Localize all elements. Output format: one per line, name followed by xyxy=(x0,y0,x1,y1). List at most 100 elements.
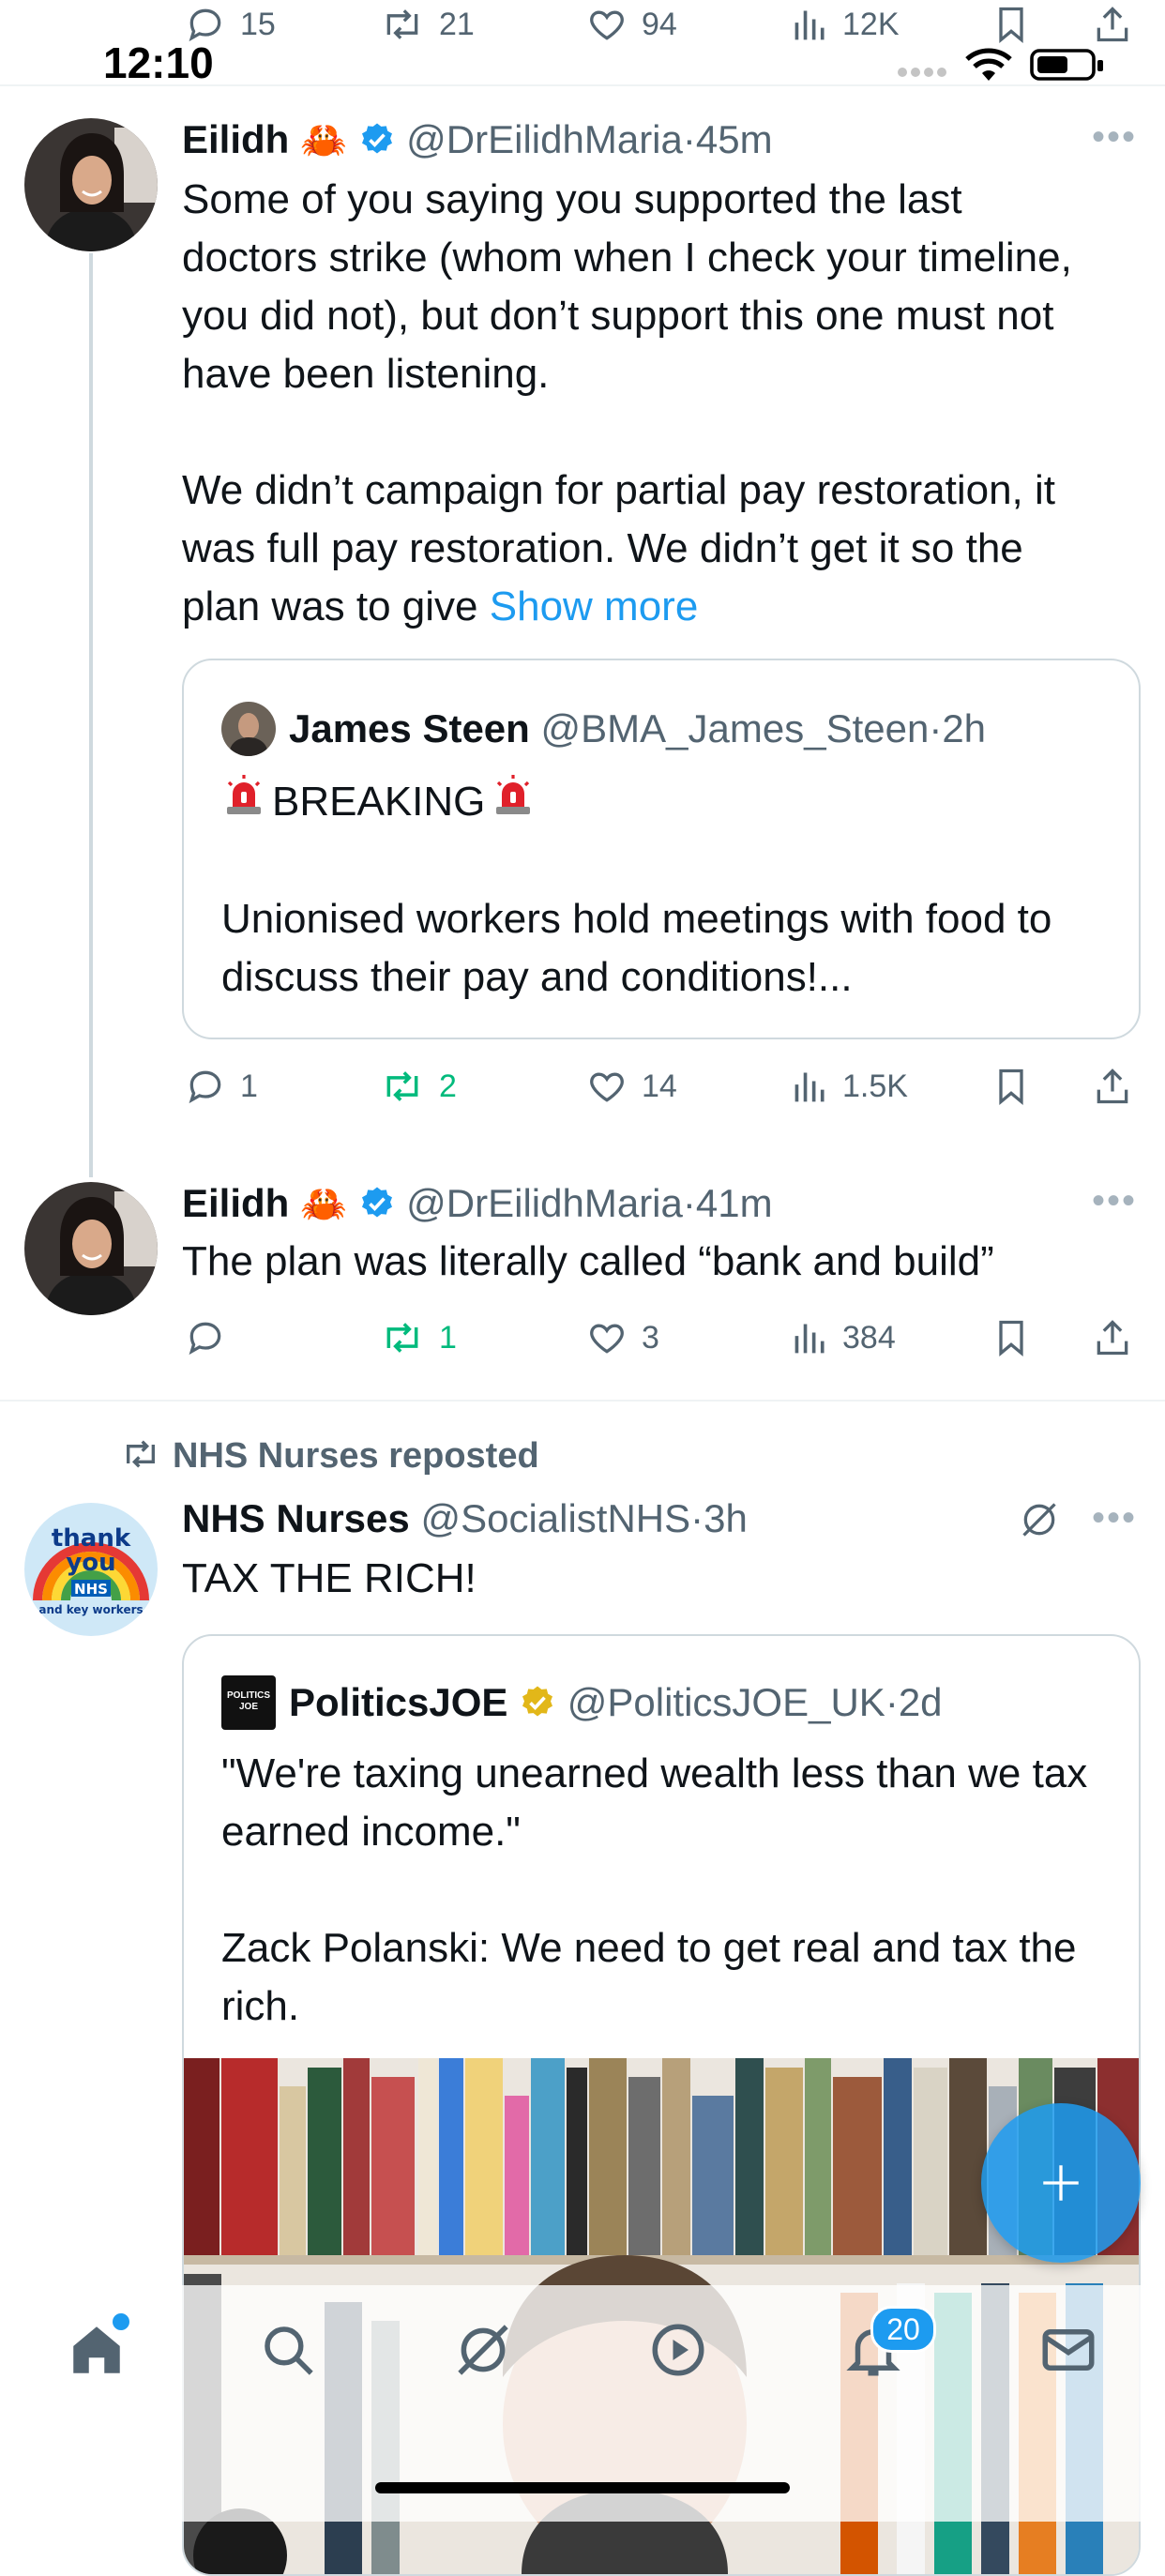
repost-icon xyxy=(379,1066,426,1107)
quoted-time: 2d xyxy=(898,1680,943,1724)
like-button[interactable]: 14 xyxy=(585,1066,677,1107)
siren-icon xyxy=(491,771,536,832)
author-name[interactable]: NHS Nurses xyxy=(182,1496,410,1540)
bookmark-button[interactable] xyxy=(992,1066,1030,1107)
grok-icon[interactable] xyxy=(1019,1499,1060,1545)
quoted-author-name[interactable]: James Steen xyxy=(289,706,530,750)
divider xyxy=(0,84,1165,86)
heart-icon xyxy=(585,1066,628,1107)
show-more-link[interactable]: Show more xyxy=(490,583,699,629)
quoted-text: BREAKING Unionised workers hold meetings… xyxy=(221,771,1103,1007)
quoted-handle[interactable]: @BMA_James_Steen xyxy=(541,706,930,750)
repost-button[interactable]: 1 xyxy=(379,1317,457,1358)
like-count: 3 xyxy=(642,1319,659,1356)
like-button[interactable]: 94 xyxy=(585,4,677,45)
tab-notifications[interactable]: 20 xyxy=(842,2306,936,2386)
bell-icon xyxy=(842,2329,904,2385)
quoted-paragraph-2: Zack Polanski: We need to get real and t… xyxy=(221,1925,1077,2029)
battery-icon xyxy=(1030,47,1105,87)
share-button[interactable] xyxy=(1092,4,1133,45)
tab-grok[interactable] xyxy=(452,2319,514,2386)
tab-search[interactable] xyxy=(257,2319,319,2386)
author-handle[interactable]: @SocialistNHS xyxy=(420,1496,690,1540)
quoted-time: 2h xyxy=(942,706,987,750)
author-handle[interactable]: @DrEilidhMaria xyxy=(406,117,683,161)
avatar[interactable]: thank you NHS and key workers xyxy=(24,1503,158,1636)
tweet-text: TAX THE RICH! xyxy=(182,1555,477,1601)
top-action-row: 15 21 94 12K 12:10 xyxy=(0,0,1165,87)
views-button[interactable]: 12K xyxy=(792,4,900,45)
like-count: 14 xyxy=(642,1068,677,1104)
home-indicator xyxy=(375,2482,790,2493)
reply-button[interactable] xyxy=(184,1317,240,1358)
views-icon xyxy=(792,1317,829,1358)
home-unread-dot xyxy=(113,2313,129,2330)
author-name[interactable]: Eilidh xyxy=(182,117,289,161)
share-button[interactable] xyxy=(1092,1317,1133,1358)
repost-button[interactable]: 2 xyxy=(379,1066,457,1107)
like-button[interactable]: 3 xyxy=(585,1317,659,1358)
author-name[interactable]: Eilidh xyxy=(182,1181,289,1225)
reply-icon xyxy=(184,1066,227,1107)
compose-fab[interactable] xyxy=(981,2103,1141,2263)
like-count: 94 xyxy=(642,6,677,42)
tab-messages[interactable] xyxy=(1037,2319,1099,2386)
separator-dot: · xyxy=(682,117,696,161)
quoted-header: PoliticsJOE @PoliticsJOE_UK·2d xyxy=(289,1674,943,1737)
views-count: 12K xyxy=(842,6,900,42)
heart-icon xyxy=(585,1317,628,1358)
views-button[interactable]: 1.5K xyxy=(792,1066,908,1107)
tweet-text: Some of you saying you supported the las… xyxy=(182,171,1082,636)
repost-count: 2 xyxy=(439,1068,457,1104)
heart-icon xyxy=(585,4,628,45)
repost-icon xyxy=(120,1435,161,1477)
bottom-tab-bar: 20 xyxy=(0,2285,1165,2522)
quoted-author-name[interactable]: PoliticsJOE xyxy=(289,1680,507,1724)
tweet-paragraph-2: We didn’t campaign for partial pay resto… xyxy=(182,462,1082,636)
author-emoji: 🦀 xyxy=(300,120,347,161)
bookmark-button[interactable] xyxy=(992,1317,1030,1358)
repost-label-text[interactable]: NHS Nurses reposted xyxy=(173,1436,539,1477)
more-options-icon[interactable]: ••• xyxy=(1092,118,1137,156)
separator-dot: · xyxy=(690,1496,704,1540)
wifi-icon xyxy=(964,47,1013,87)
bookmark-icon xyxy=(992,1317,1030,1358)
notification-badge: 20 xyxy=(870,2306,936,2353)
more-options-icon[interactable]: ••• xyxy=(1092,1499,1137,1537)
tweet-header: NHS Nurses @SocialistNHS·3h xyxy=(182,1490,748,1548)
avatar-text-you: you xyxy=(66,1549,115,1577)
tweet-text: The plan was literally called “bank and … xyxy=(182,1238,994,1284)
views-count: 384 xyxy=(842,1319,896,1356)
share-icon xyxy=(1092,1066,1133,1107)
tweet-time: 41m xyxy=(695,1181,773,1225)
quoted-avatar[interactable] xyxy=(221,702,276,756)
quoted-handle[interactable]: @PoliticsJOE_UK xyxy=(567,1680,885,1724)
quoted-tweet[interactable]: James Steen @BMA_James_Steen·2h BREAKING… xyxy=(182,659,1141,1039)
avatar[interactable] xyxy=(24,118,158,251)
share-button[interactable] xyxy=(1092,1066,1133,1107)
share-icon xyxy=(1092,4,1133,45)
quoted-line-1: BREAKING xyxy=(221,771,1103,832)
repost-button[interactable]: 21 xyxy=(379,4,475,45)
author-handle[interactable]: @DrEilidhMaria xyxy=(406,1181,683,1225)
more-options-icon[interactable]: ••• xyxy=(1092,1182,1137,1220)
tab-video[interactable] xyxy=(647,2319,709,2386)
search-icon xyxy=(257,2326,319,2385)
views-count: 1.5K xyxy=(842,1068,908,1104)
views-icon xyxy=(792,4,829,45)
tab-home[interactable] xyxy=(66,2313,129,2386)
bookmark-icon xyxy=(992,1066,1030,1107)
grok-icon xyxy=(452,2325,514,2385)
bookmark-button[interactable] xyxy=(992,4,1030,45)
play-icon xyxy=(647,2324,709,2385)
tweet-header: Eilidh 🦀 @DrEilidhMaria·45m xyxy=(182,111,773,174)
views-button[interactable]: 384 xyxy=(792,1317,896,1358)
quoted-header: James Steen @BMA_James_Steen·2h xyxy=(289,700,986,758)
repost-icon xyxy=(379,1317,426,1358)
reply-button[interactable]: 1 xyxy=(184,1066,258,1107)
avatar[interactable] xyxy=(24,1182,158,1315)
politicsjoe-logo-text: POLITICS JOE xyxy=(226,1690,271,1712)
politicsjoe-logo[interactable]: POLITICS JOE xyxy=(221,1675,276,1730)
bookmark-icon xyxy=(992,4,1030,45)
